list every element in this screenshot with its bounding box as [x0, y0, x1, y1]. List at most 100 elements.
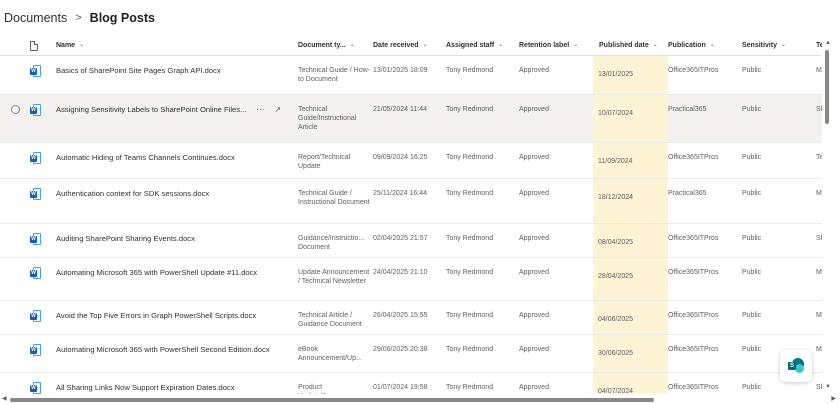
- row-select-cell[interactable]: [0, 335, 30, 372]
- word-doc-icon: W: [30, 382, 41, 394]
- file-name-link[interactable]: Assigning Sensitivity Labels to SharePoi…: [56, 105, 246, 114]
- scroll-right-arrow-icon[interactable]: ▶: [831, 395, 836, 402]
- file-name-link[interactable]: All Sharing Links Now Support Expiration…: [56, 383, 235, 392]
- column-header-published-date[interactable]: Published date ⌄: [593, 41, 668, 50]
- file-name-cell[interactable]: Automating Microsoft 365 with PowerShell…: [56, 258, 298, 300]
- table-row[interactable]: W Automating Microsoft 365 with PowerShel…: [0, 335, 822, 373]
- file-name-link[interactable]: Basics of SharePoint Site Pages Graph AP…: [56, 66, 221, 75]
- file-name-cell[interactable]: Basics of SharePoint Site Pages Graph AP…: [56, 56, 298, 94]
- file-name-link[interactable]: Avoid the Top Five Errors in Graph Power…: [56, 311, 256, 320]
- sensitivity-cell: Public: [742, 235, 762, 242]
- sensitivity-cell: Public: [742, 106, 762, 113]
- chevron-down-icon: ⌄: [652, 42, 658, 48]
- published-date-cell: 04/07/2024: [593, 373, 668, 394]
- row-select-cell[interactable]: [0, 56, 30, 94]
- retention-label-cell: Approved: [519, 235, 549, 242]
- breadcrumb: Documents > Blog Posts: [0, 0, 155, 36]
- file-icon-cell: W: [30, 335, 56, 372]
- retention-label-cell: Approved: [519, 67, 549, 74]
- table-row[interactable]: W Avoid the Top Five Errors in Graph Powe…: [0, 301, 822, 335]
- te-cell: Sha: [816, 384, 822, 391]
- scroll-left-arrow-icon[interactable]: ◀: [2, 395, 7, 402]
- word-doc-icon: W: [30, 104, 41, 116]
- more-options-icon[interactable]: ⋯: [256, 105, 264, 114]
- document-type-cell: Report/Technical Update: [298, 154, 351, 170]
- assigned-staff-cell: Tony Redmond: [446, 190, 494, 197]
- document-type-cell: Technical Guide/Instructional Article: [298, 106, 357, 131]
- row-select-cell[interactable]: [0, 224, 30, 257]
- document-type-cell: Update Announcement / Technical Newslett…: [298, 269, 370, 285]
- file-name-cell[interactable]: Automating Microsoft 365 with PowerShell…: [56, 335, 298, 372]
- document-type-cell: eBook Announcement/Up...: [298, 346, 362, 362]
- column-header-document-type[interactable]: Document ty... ⌄: [298, 41, 373, 50]
- document-type-cell: Guidance/Instructio... Document: [298, 235, 365, 251]
- scroll-down-arrow-icon[interactable]: ▼: [825, 384, 831, 390]
- chevron-down-icon: ⌄: [781, 42, 787, 48]
- table-row[interactable]: W All Sharing Links Now Support Expiratio…: [0, 373, 822, 394]
- row-select-cell[interactable]: [0, 179, 30, 223]
- row-select-radio[interactable]: [10, 105, 20, 114]
- publication-cell: Practical365: [668, 190, 707, 197]
- row-select-cell[interactable]: [0, 301, 30, 334]
- file-name-cell[interactable]: Avoid the Top Five Errors in Graph Power…: [56, 301, 298, 334]
- file-name-link[interactable]: Automating Microsoft 365 with PowerShell…: [56, 268, 257, 277]
- file-name-link[interactable]: Auditing SharePoint Sharing Events.docx: [56, 234, 195, 243]
- table-row[interactable]: W Automatic Hiding of Teams Channels Cont…: [0, 143, 822, 179]
- file-name-link[interactable]: Automating Microsoft 365 with PowerShell…: [56, 345, 270, 354]
- chevron-down-icon: ⌄: [573, 42, 579, 48]
- assigned-staff-cell: Tony Redmond: [446, 154, 494, 161]
- column-header-te[interactable]: Te: [816, 41, 822, 50]
- chevron-down-icon: ⌄: [498, 42, 504, 48]
- te-cell: Tea: [816, 154, 822, 161]
- table-row[interactable]: W Automating Microsoft 365 with PowerShel…: [0, 258, 822, 301]
- file-name-cell[interactable]: Authentication context for SDK sessions.…: [56, 179, 298, 223]
- publication-cell: Office365ITPros: [668, 154, 719, 161]
- column-header-sensitivity[interactable]: Sensitivity ⌄: [742, 41, 816, 50]
- file-name-cell[interactable]: Assigning Sensitivity Labels to SharePoi…: [56, 95, 298, 142]
- horizontal-scrollbar-thumb[interactable]: [10, 398, 654, 402]
- row-select-cell[interactable]: [0, 143, 30, 178]
- breadcrumb-documents-link[interactable]: Documents: [4, 11, 67, 25]
- column-header-date-received[interactable]: Date received ⌄: [373, 41, 446, 50]
- word-doc-icon: W: [30, 344, 41, 356]
- date-received-cell: 29/06/2025 20:38: [373, 346, 428, 353]
- file-name-cell[interactable]: Automatic Hiding of Teams Channels Conti…: [56, 143, 298, 178]
- file-name-link[interactable]: Automatic Hiding of Teams Channels Conti…: [56, 153, 235, 162]
- column-header-publication[interactable]: Publication ⌄: [668, 41, 742, 50]
- file-icon-cell: W: [30, 179, 56, 223]
- date-received-cell: 25/11/2024 16:44: [373, 190, 427, 197]
- column-header-name[interactable]: Name ⌄: [56, 41, 298, 50]
- file-name-link[interactable]: Authentication context for SDK sessions.…: [56, 189, 209, 198]
- file-icon-cell: W: [30, 143, 56, 178]
- vertical-scrollbar-thumb[interactable]: [825, 50, 829, 124]
- file-name-cell[interactable]: All Sharing Links Now Support Expiration…: [56, 373, 298, 394]
- assigned-staff-cell: Tony Redmond: [446, 346, 494, 353]
- file-type-header[interactable]: [30, 40, 56, 51]
- table-row[interactable]: W Basics of SharePoint Site Pages Graph A…: [0, 56, 822, 95]
- te-cell: Sha: [816, 106, 822, 113]
- scroll-up-arrow-icon[interactable]: ▲: [825, 40, 831, 46]
- published-date-cell: 08/04/2025: [593, 224, 668, 257]
- published-date-cell: 11/09/2024: [593, 143, 668, 178]
- chevron-down-icon: ⌄: [79, 42, 85, 48]
- row-select-cell[interactable]: [0, 95, 30, 142]
- chevron-down-icon: ⌄: [422, 42, 428, 48]
- retention-label-cell: Approved: [519, 154, 549, 161]
- column-header-assigned-staff[interactable]: Assigned staff ⌄: [446, 41, 519, 50]
- file-name-cell[interactable]: Auditing SharePoint Sharing Events.docx: [56, 224, 298, 257]
- document-type-cell: Technical Article / Guidance Document: [298, 312, 362, 328]
- rows-container: W Basics of SharePoint Site Pages Graph A…: [0, 56, 822, 394]
- retention-label-cell: Approved: [519, 269, 549, 276]
- row-select-cell[interactable]: [0, 373, 30, 394]
- sharepoint-app-button[interactable]: S: [780, 350, 812, 382]
- column-header-retention-label[interactable]: Retention label ⌄: [519, 41, 593, 50]
- share-icon[interactable]: ↗: [274, 105, 281, 114]
- sensitivity-cell: Public: [742, 269, 762, 276]
- table-row[interactable]: W Assigning Sensitivity Labels to SharePo…: [0, 95, 822, 143]
- table-row[interactable]: W Auditing SharePoint Sharing Events.docx…: [0, 224, 822, 258]
- table-row[interactable]: W Authentication context for SDK sessions…: [0, 179, 822, 224]
- row-select-cell[interactable]: [0, 258, 30, 300]
- publication-cell: Office365ITPros: [668, 346, 719, 353]
- word-doc-icon: W: [30, 65, 41, 77]
- word-doc-icon: W: [30, 188, 41, 200]
